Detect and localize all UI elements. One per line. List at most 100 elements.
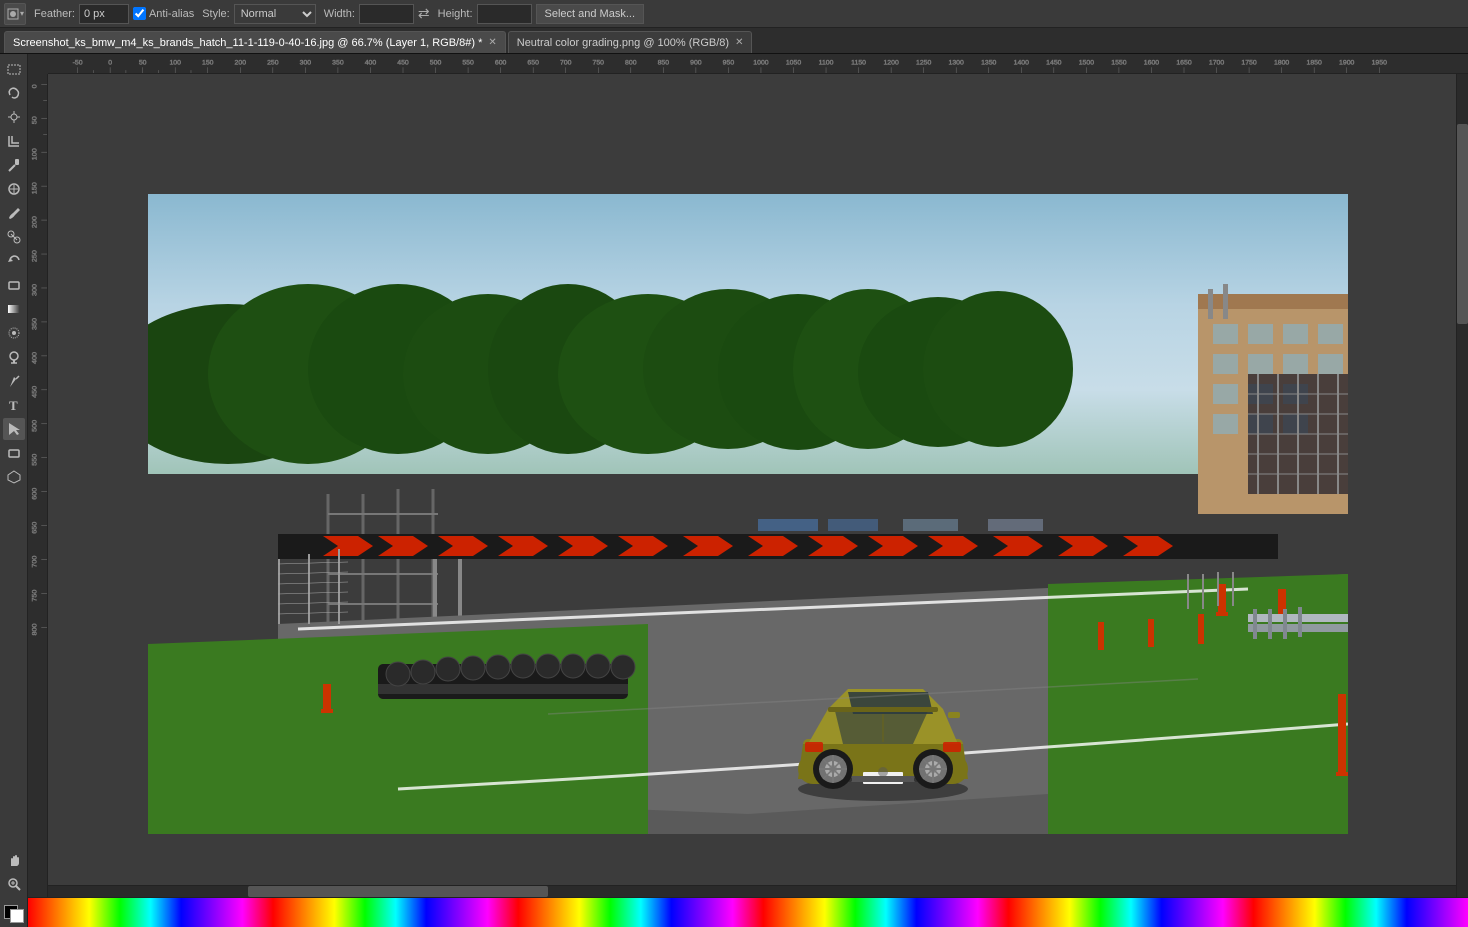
horizontal-scrollbar[interactable] (48, 885, 1468, 897)
left-toolbar: T (0, 54, 28, 927)
lasso-tool[interactable] (3, 82, 25, 104)
svg-text:0: 0 (32, 84, 39, 88)
svg-text:800: 800 (625, 60, 637, 67)
type-tool[interactable]: T (3, 394, 25, 416)
path-selection-tool[interactable] (3, 418, 25, 440)
height-input[interactable] (477, 4, 532, 24)
svg-text:250: 250 (32, 250, 39, 262)
tool-dropdown[interactable]: ▾ (4, 3, 26, 25)
svg-text:550: 550 (462, 60, 474, 67)
tab-label-neutral: Neutral color grading.png @ 100% (RGB/8) (517, 37, 729, 49)
top-toolbar: ▾ Feather: Anti-alias Style: Normal Fixe… (0, 0, 1468, 28)
tabs-bar: Screenshot_ks_bmw_m4_ks_brands_hatch_11-… (0, 28, 1468, 54)
svg-text:400: 400 (365, 60, 377, 67)
vertical-scrollbar[interactable] (1456, 74, 1468, 897)
svg-text:200: 200 (235, 60, 247, 67)
3d-tool[interactable] (3, 466, 25, 488)
tab-bmw-screenshot[interactable]: Screenshot_ks_bmw_m4_ks_brands_hatch_11-… (4, 31, 506, 53)
svg-text:1400: 1400 (1014, 60, 1030, 67)
crop-tool[interactable] (3, 130, 25, 152)
svg-text:1750: 1750 (1241, 60, 1257, 67)
svg-text:600: 600 (495, 60, 507, 67)
tab-label-bmw: Screenshot_ks_bmw_m4_ks_brands_hatch_11-… (13, 37, 482, 49)
svg-text:1700: 1700 (1209, 60, 1225, 67)
ruler-corner (28, 54, 48, 74)
swap-dimensions-icon[interactable]: ⇄ (418, 5, 430, 22)
svg-text:1550: 1550 (1111, 60, 1127, 67)
svg-text:500: 500 (32, 420, 39, 432)
antialiase-checkbox[interactable] (133, 7, 146, 20)
hand-tool[interactable] (3, 849, 25, 871)
svg-text:750: 750 (32, 589, 39, 601)
foreground-background-colors[interactable] (2, 903, 26, 927)
ruler-left: 0 50 100 150 200 250 300 350 400 450 500… (28, 74, 48, 897)
magic-wand-tool[interactable] (3, 106, 25, 128)
svg-text:750: 750 (592, 60, 604, 67)
svg-text:50: 50 (32, 116, 39, 124)
svg-text:600: 600 (32, 488, 39, 500)
color-swatches-strip[interactable] (28, 897, 1468, 927)
svg-text:1900: 1900 (1339, 60, 1355, 67)
svg-text:1100: 1100 (819, 60, 834, 67)
feather-label: Feather: (34, 8, 75, 20)
svg-text:550: 550 (32, 454, 39, 466)
style-label: Style: (202, 8, 230, 20)
style-select[interactable]: Normal Fixed Ratio Fixed Size (234, 4, 316, 24)
svg-text:350: 350 (332, 60, 344, 67)
canvas-image: EL X1 35 (148, 194, 1348, 834)
rectangular-marquee-tool[interactable] (3, 58, 25, 80)
dodge-tool[interactable] (3, 346, 25, 368)
svg-text:300: 300 (32, 284, 39, 296)
tab-close-bmw[interactable]: ✕ (488, 37, 496, 48)
svg-text:1200: 1200 (883, 60, 899, 67)
ruler-top: -50 0 50 100 150 200 250 300 350 400 450… (48, 54, 1468, 74)
svg-text:450: 450 (397, 60, 409, 67)
svg-text:800: 800 (32, 623, 39, 635)
svg-text:1300: 1300 (949, 60, 965, 67)
svg-text:1800: 1800 (1274, 60, 1290, 67)
width-input[interactable] (359, 4, 414, 24)
healing-brush-tool[interactable] (3, 178, 25, 200)
antialiase-checkbox-label[interactable]: Anti-alias (133, 7, 194, 20)
select-mask-button[interactable]: Select and Mask... (536, 4, 645, 24)
svg-text:250: 250 (267, 60, 279, 67)
gradient-tool[interactable] (3, 298, 25, 320)
svg-text:1950: 1950 (1372, 60, 1388, 67)
clone-stamp-tool[interactable] (3, 226, 25, 248)
svg-text:400: 400 (32, 352, 39, 364)
main-area: T (0, 54, 1468, 927)
history-brush-tool[interactable] (3, 250, 25, 272)
svg-text:1150: 1150 (851, 60, 866, 67)
height-label: Height: (438, 8, 473, 20)
svg-text:T: T (9, 398, 18, 413)
svg-text:350: 350 (32, 318, 39, 330)
svg-text:0: 0 (108, 60, 112, 67)
svg-text:1850: 1850 (1306, 60, 1322, 67)
blur-tool[interactable] (3, 322, 25, 344)
svg-text:950: 950 (723, 60, 735, 67)
eraser-tool[interactable] (3, 274, 25, 296)
pen-tool[interactable] (3, 370, 25, 392)
svg-text:1350: 1350 (981, 60, 997, 67)
svg-text:150: 150 (202, 60, 214, 67)
svg-text:50: 50 (139, 60, 147, 67)
svg-text:500: 500 (430, 60, 442, 67)
svg-text:1600: 1600 (1144, 60, 1160, 67)
width-label: Width: (324, 8, 355, 20)
zoom-tool[interactable] (3, 873, 25, 895)
svg-text:-50: -50 (73, 60, 83, 67)
tab-neutral-grading[interactable]: Neutral color grading.png @ 100% (RGB/8)… (508, 31, 753, 53)
svg-text:900: 900 (690, 60, 702, 67)
tab-close-neutral[interactable]: ✕ (735, 37, 743, 48)
ruler-top-svg: -50 0 50 100 150 200 250 300 350 400 450… (48, 54, 1468, 73)
canvas-content: EL X1 35 (48, 74, 1468, 897)
shape-tool[interactable] (3, 442, 25, 464)
svg-text:450: 450 (32, 386, 39, 398)
svg-text:1500: 1500 (1079, 60, 1095, 67)
svg-text:850: 850 (658, 60, 670, 67)
canvas-image-container[interactable]: EL X1 35 (148, 194, 1348, 837)
brush-tool[interactable] (3, 202, 25, 224)
eyedropper-tool[interactable] (3, 154, 25, 176)
svg-text:1050: 1050 (786, 60, 802, 67)
feather-input[interactable] (79, 4, 129, 24)
